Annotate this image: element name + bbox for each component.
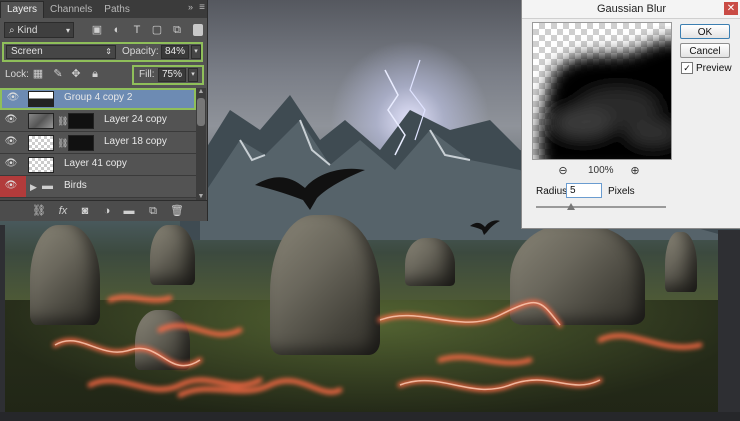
layer-thumbnail	[28, 157, 54, 173]
dialog-title: Gaussian Blur	[522, 0, 740, 19]
link-icon: ⛓︎	[57, 138, 69, 148]
layers-panel: Layers Channels Paths » ≡ ⌕ Kind ▾ ▣ ◐ T…	[0, 0, 208, 221]
filter-toggle-switch[interactable]	[193, 24, 203, 36]
fill-control: Fill: 75% ▾	[132, 65, 204, 85]
layer-name: Layer 18 copy	[104, 136, 167, 147]
tab-channels[interactable]: Channels	[44, 2, 98, 18]
layer-list: 👁︎ Group 4 copy 2 👁︎ ⛓︎ Layer 24 copy 👁︎…	[0, 88, 196, 200]
layer-row-layer-41-copy[interactable]: 👁︎ Layer 41 copy	[0, 154, 196, 176]
layer-row-layer-24-copy[interactable]: 👁︎ ⛓︎ Layer 24 copy	[0, 110, 196, 132]
filter-kind-label: Kind	[17, 25, 38, 36]
preview-zoom-controls: ⊖ 100% ⊕	[532, 164, 672, 178]
eye-icon[interactable]: 👁︎	[6, 93, 20, 103]
fill-slider-toggle[interactable]: ▾	[188, 68, 198, 82]
opacity-input[interactable]: 84%	[161, 45, 189, 59]
eye-icon[interactable]: 👁︎	[4, 181, 18, 191]
layer-name: Layer 41 copy	[64, 158, 127, 169]
tab-layers[interactable]: Layers	[0, 1, 45, 18]
link-layers-icon[interactable]: ⛓︎	[32, 204, 46, 218]
layer-thumbnail	[28, 135, 54, 151]
chevron-updown-icon: ⇕	[105, 47, 112, 56]
fill-input[interactable]: 75%	[158, 68, 186, 82]
chevron-down-icon: ▾	[65, 26, 70, 35]
zoom-level: 100%	[588, 165, 614, 176]
gaussian-blur-dialog: Gaussian Blur ✕ ⊖ 100% ⊕ OK Cancel ✓ Prev…	[521, 0, 740, 229]
canvas-frame-left	[0, 225, 5, 421]
layer-name: Group 4 copy 2	[64, 92, 133, 103]
radius-label: Radius:	[536, 186, 570, 197]
layer-thumbnail	[28, 91, 54, 107]
new-group-icon[interactable]: ▬	[122, 204, 136, 218]
blend-opacity-row: Screen ⇕ Opacity: 84% ▾	[2, 42, 203, 62]
layer-thumbnail	[28, 113, 54, 129]
layer-mask-thumbnail[interactable]	[68, 135, 94, 151]
lock-position-icon[interactable]: ✥	[70, 68, 82, 80]
smart-object-filter-icon[interactable]: ⧉	[170, 23, 184, 37]
link-icon: ⛓︎	[57, 116, 69, 126]
lock-image-pixels-icon[interactable]: ✎	[52, 68, 64, 80]
layer-filter-row: ⌕ Kind ▾ ▣ ◐ T ▢ ⧉	[0, 20, 207, 42]
zoom-out-icon[interactable]: ⊖	[556, 164, 570, 178]
layer-name: Birds	[64, 180, 87, 191]
panel-tab-bar: Layers Channels Paths » ≡	[0, 0, 207, 18]
collapse-panel-icon[interactable]: »	[188, 2, 193, 12]
raven-bird	[255, 168, 365, 210]
lock-label: Lock:	[5, 69, 29, 80]
lock-all-icon[interactable]: 🔒︎	[89, 68, 101, 80]
zoom-in-icon[interactable]: ⊕	[628, 164, 642, 178]
scroll-up-icon[interactable]: ▲	[196, 88, 206, 95]
lock-fill-row: Lock: ▦ ✎ ✥ 🔒︎ Fill: 75% ▾	[0, 64, 207, 86]
blend-mode-select[interactable]: Screen ⇕	[6, 45, 116, 59]
canvas-frame-bottom	[0, 412, 740, 421]
preview-checkbox[interactable]: ✓	[681, 62, 693, 75]
type-filter-icon[interactable]: T	[130, 23, 144, 37]
layer-list-scrollbar[interactable]: ▲ ▼	[196, 88, 206, 200]
scrollbar-thumb[interactable]	[197, 98, 205, 126]
image-filter-icon[interactable]: ▣	[90, 23, 104, 37]
layer-row-birds[interactable]: 👁︎ ▶ ▬ Birds	[0, 176, 196, 198]
opacity-slider-toggle[interactable]: ▾	[191, 45, 201, 59]
adjustment-filter-icon[interactable]: ◐	[110, 23, 124, 37]
add-mask-icon[interactable]: ◙	[78, 204, 92, 218]
layer-name: Layer 24 copy	[104, 114, 167, 125]
radius-slider-knob[interactable]	[567, 203, 576, 210]
layer-mask-thumbnail[interactable]	[68, 113, 94, 129]
fx-icon[interactable]: fx	[56, 204, 70, 218]
preview-label: Preview	[696, 62, 732, 74]
adjustment-layer-icon[interactable]: ◑	[100, 204, 114, 218]
radius-input[interactable]: 5	[566, 183, 602, 198]
scroll-down-icon[interactable]: ▼	[196, 193, 206, 200]
eye-icon[interactable]: 👁︎	[4, 115, 18, 125]
expand-group-icon[interactable]: ▶	[30, 182, 37, 193]
layer-row-group-4-copy-2[interactable]: 👁︎ Group 4 copy 2	[0, 88, 196, 110]
layer-row-layer-18-copy[interactable]: 👁︎ ⛓︎ Layer 18 copy	[0, 132, 196, 154]
canvas-frame-right	[718, 230, 740, 421]
shape-filter-icon[interactable]: ▢	[150, 23, 164, 37]
radius-unit: Pixels	[608, 186, 635, 197]
search-icon: ⌕	[9, 25, 15, 36]
folder-icon: ▬	[42, 180, 53, 192]
lock-transparency-icon[interactable]: ▦	[32, 68, 44, 80]
eye-icon[interactable]: 👁︎	[4, 159, 18, 169]
new-layer-icon[interactable]: ⧉	[146, 204, 160, 218]
filter-kind-select[interactable]: ⌕ Kind ▾	[4, 22, 74, 38]
trash-icon[interactable]: 🗑︎	[170, 204, 184, 218]
radius-slider-track[interactable]	[536, 206, 666, 208]
close-icon[interactable]: ✕	[724, 2, 738, 15]
fill-label: Fill:	[139, 69, 155, 80]
eye-icon[interactable]: 👁︎	[4, 137, 18, 147]
preview-checkbox-row[interactable]: ✓ Preview	[681, 62, 732, 75]
tab-paths[interactable]: Paths	[98, 2, 136, 18]
cancel-button[interactable]: Cancel	[680, 43, 730, 58]
blur-preview-image	[538, 39, 671, 159]
layers-footer-toolbar: ⛓︎ fx ◙ ◑ ▬ ⧉ 🗑︎	[0, 200, 207, 221]
opacity-label: Opacity:	[122, 46, 159, 57]
blend-mode-value: Screen	[11, 46, 43, 57]
small-raven-bird	[470, 220, 500, 235]
ok-button[interactable]: OK	[680, 24, 730, 39]
panel-menu-icon[interactable]: ≡	[199, 2, 205, 13]
blur-preview[interactable]	[532, 22, 672, 160]
